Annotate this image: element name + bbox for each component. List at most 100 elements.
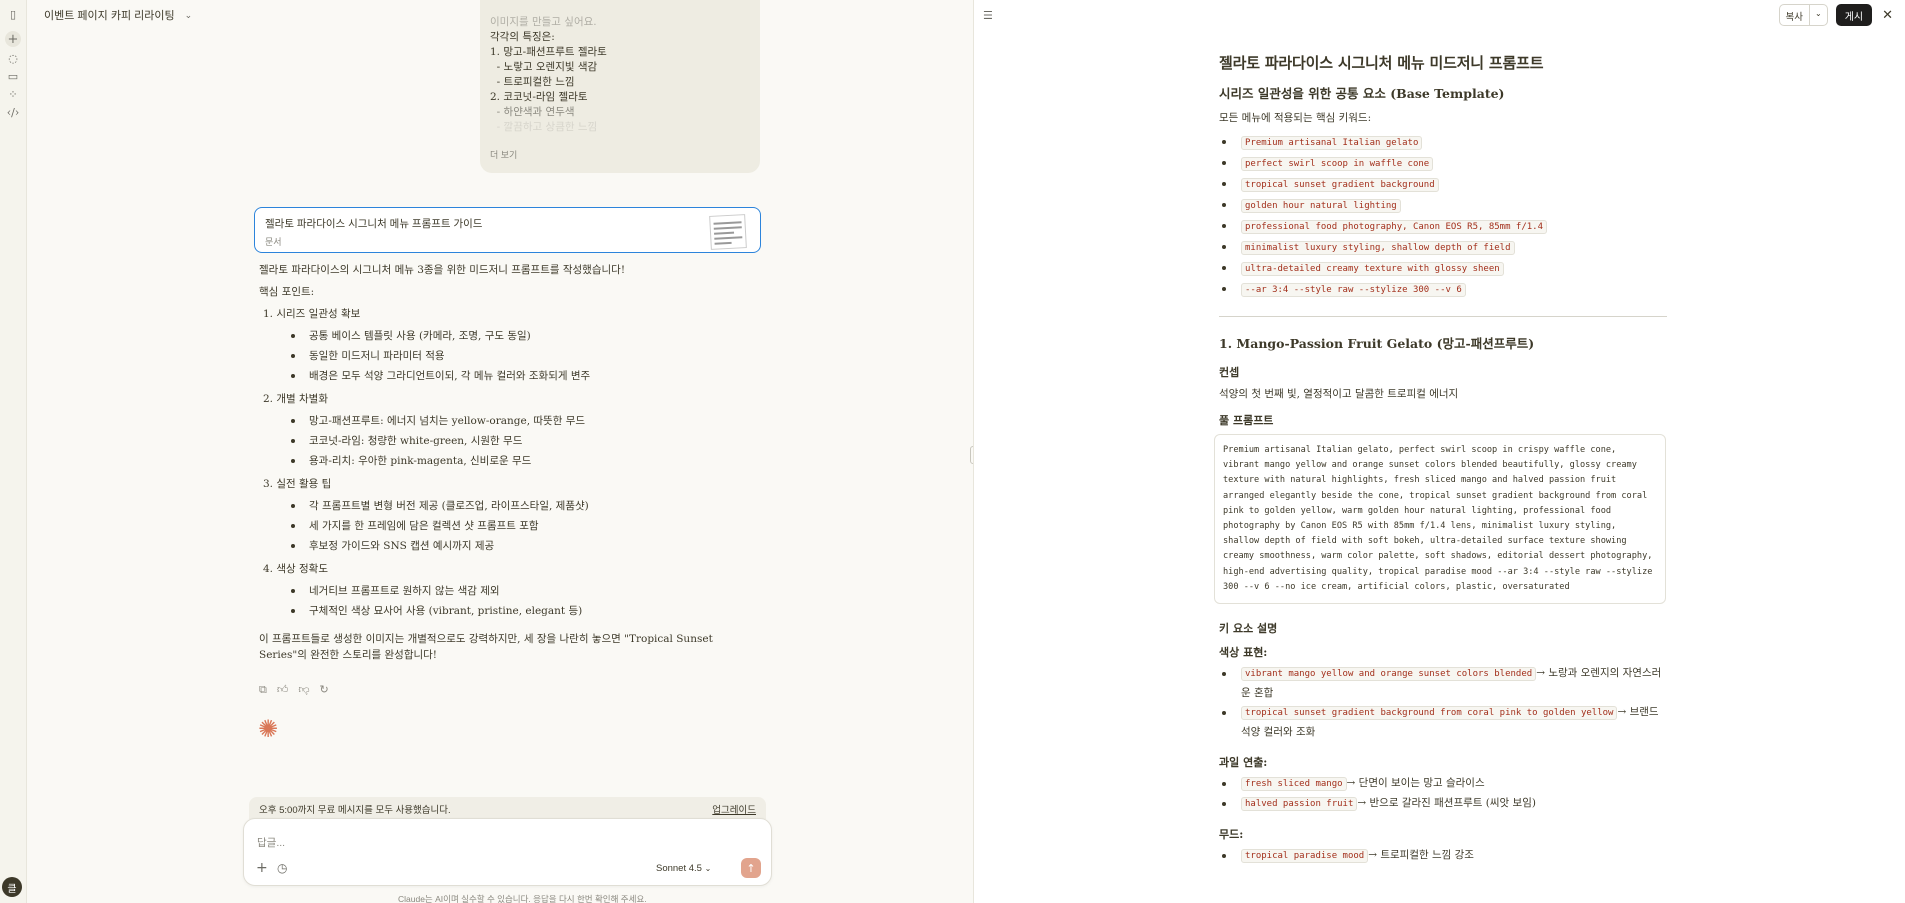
table-of-contents-icon[interactable]: ☰ bbox=[983, 9, 993, 22]
keyword-code: minimalist luxury styling, shallow depth… bbox=[1241, 241, 1515, 255]
publish-button[interactable]: 게시 bbox=[1835, 4, 1873, 26]
avatar[interactable]: 클 bbox=[2, 877, 22, 897]
list-item: perfect swirl scoop in waffle cone bbox=[1219, 153, 1667, 174]
user-message-line: - 깔끔하고 상큼한 느낌 bbox=[490, 121, 598, 133]
section-title: 1. Mango-Passion Fruit Gelato (망고-패션프루트) bbox=[1219, 336, 1535, 351]
artifacts-icon[interactable]: ⁘ bbox=[5, 86, 21, 102]
copy-icon[interactable]: ⧉ bbox=[259, 683, 267, 697]
section-title: 2. 개별 차별화 bbox=[263, 393, 328, 405]
copy-button-label: 복사 bbox=[1785, 12, 1803, 23]
reply-section: 1. 시리즈 일관성 확보 공통 베이스 템플릿 사용 (카메라, 조명, 구도… bbox=[263, 305, 759, 386]
user-message-line: 2. 코코넛-라임 젤라토 bbox=[490, 91, 588, 103]
list-item: 동일한 미드저니 파라미터 적용 bbox=[291, 346, 759, 366]
new-chat-icon[interactable]: + bbox=[5, 31, 21, 47]
reply-sections: 1. 시리즈 일관성 확보 공통 베이스 템플릿 사용 (카메라, 조명, 구도… bbox=[263, 305, 759, 621]
composer[interactable]: 답글... + ◷ Sonnet 4.5 ⌄ ↑ bbox=[243, 818, 772, 886]
copy-button[interactable]: 복사 ⌄ bbox=[1778, 4, 1828, 26]
fruit-label: 과일 연출: bbox=[1219, 756, 1268, 770]
user-message-line: - 하얀색과 연두색 bbox=[490, 106, 575, 118]
artifact-document: 젤라토 파라다이스 시그니처 메뉴 미드저니 프롬프트 시리즈 일관성을 위한 … bbox=[1214, 52, 1667, 866]
keyword-code: tropical paradise mood bbox=[1241, 849, 1369, 864]
full-prompt-label: 풀 프롬프트 bbox=[1219, 414, 1274, 427]
model-label: Sonnet 4.5 bbox=[656, 863, 702, 874]
user-message: 이미지를 만들고 싶어요. 각각의 특징은: 1. 망고-패션프루트 젤라토 -… bbox=[480, 0, 760, 173]
reply-intro: 젤라토 파라다이스의 시그니처 메뉴 3종을 위한 미드저니 프롬프트를 작성했… bbox=[259, 264, 626, 276]
code-icon[interactable]: ‹/› bbox=[5, 104, 21, 120]
item-description: → 단면이 보이는 망고 슬라이스 bbox=[1346, 777, 1485, 790]
mood-label: 무드: bbox=[1219, 828, 1244, 842]
list-item: tropical paradise mood → 트로피컬한 느낌 강조 bbox=[1219, 846, 1667, 866]
artifact-toolbar: 복사 ⌄ 게시 ✕ bbox=[1778, 4, 1893, 26]
send-button[interactable]: ↑ bbox=[741, 858, 761, 878]
sidebar-toggle-icon[interactable]: ▯ bbox=[5, 6, 21, 22]
limit-text: 오후 5:00까지 무료 메시지를 모두 사용했습니다. bbox=[259, 805, 451, 816]
projects-icon[interactable]: ▭ bbox=[5, 68, 21, 84]
reply-input[interactable]: 답글... bbox=[257, 835, 285, 850]
chevron-down-icon: ⌄ bbox=[184, 9, 193, 20]
list-item: 세 가지를 한 프레임에 담은 컬렉션 샷 프롬프트 포함 bbox=[291, 516, 759, 536]
concept-text: 석양의 첫 번째 빛, 열정적이고 달콤한 트로피컬 에너지 bbox=[1219, 388, 1459, 400]
artifact-card[interactable]: 젤라토 파라다이스 시그니처 메뉴 프롬프트 가이드 문서 bbox=[254, 207, 761, 253]
section-title: 4. 색상 정확도 bbox=[263, 563, 328, 575]
color-list: vibrant mango yellow and orange sunset c… bbox=[1219, 664, 1667, 742]
keyword-code: tropical sunset gradient background from… bbox=[1241, 706, 1618, 721]
list-item: 공통 베이스 템플릿 사용 (카메라, 조명, 구도 동일) bbox=[291, 326, 759, 346]
reply-heading: 핵심 포인트: bbox=[259, 286, 315, 298]
base-heading: 시리즈 일관성을 위한 공통 요소 (Base Template) bbox=[1219, 86, 1505, 101]
list-item: minimalist luxury styling, shallow depth… bbox=[1219, 237, 1667, 258]
list-item: Premium artisanal Italian gelato bbox=[1219, 132, 1667, 153]
project-title[interactable]: 이벤트 페이지 카피 리라이팅 ⌄ bbox=[44, 7, 192, 23]
list-item: --ar 3:4 --style raw --stylize 300 --v 6 bbox=[1219, 279, 1667, 300]
list-item: vibrant mango yellow and orange sunset c… bbox=[1219, 664, 1667, 703]
project-title-label: 이벤트 페이지 카피 리라이팅 bbox=[44, 10, 175, 22]
artifact-type: 문서 bbox=[265, 237, 282, 247]
list-item: halved passion fruit → 반으로 갈라진 패션프루트 (씨앗 … bbox=[1219, 794, 1667, 814]
keyword-code: vibrant mango yellow and orange sunset c… bbox=[1241, 667, 1537, 682]
history-icon[interactable]: ◷ bbox=[277, 861, 287, 875]
list-item: tropical sunset gradient background from… bbox=[1219, 703, 1667, 742]
keyword-code: --ar 3:4 --style raw --stylize 300 --v 6 bbox=[1241, 283, 1466, 297]
arrow-up-icon: ↑ bbox=[746, 861, 756, 875]
chats-icon[interactable]: ◌ bbox=[5, 50, 21, 66]
divider bbox=[1219, 316, 1667, 317]
user-message-line: 1. 망고-패션프루트 젤라토 bbox=[490, 46, 607, 58]
retry-icon[interactable]: ↻ bbox=[320, 683, 329, 697]
assistant-reply: 젤라토 파라다이스의 시그니처 메뉴 3종을 위한 미드저니 프롬프트를 작성했… bbox=[259, 262, 759, 663]
thumbs-up-icon[interactable]: 👍︎ bbox=[277, 683, 289, 697]
keyword-code: golden hour natural lighting bbox=[1241, 199, 1401, 213]
list-item: 코코넛-라임: 청량한 white-green, 시원한 무드 bbox=[291, 431, 759, 451]
mood-list: tropical paradise mood → 트로피컬한 느낌 강조 bbox=[1219, 846, 1667, 866]
keyword-code: halved passion fruit bbox=[1241, 797, 1358, 812]
model-selector[interactable]: Sonnet 4.5 ⌄ bbox=[656, 863, 711, 874]
reply-section: 3. 실전 활용 팁 각 프롬프트별 변형 버전 제공 (클로즈업, 라이프스타… bbox=[263, 475, 759, 556]
show-more-link[interactable]: 더 보기 bbox=[490, 148, 517, 163]
chevron-down-icon[interactable]: ⌄ bbox=[1808, 5, 1827, 25]
document-thumbnail-icon bbox=[709, 214, 747, 250]
list-item: golden hour natural lighting bbox=[1219, 195, 1667, 216]
list-item: fresh sliced mango → 단면이 보이는 망고 슬라이스 bbox=[1219, 774, 1667, 794]
keyword-code: ultra-detailed creamy texture with gloss… bbox=[1241, 262, 1504, 276]
section-title: 3. 실전 활용 팁 bbox=[263, 478, 332, 490]
keyword-code: professional food photography, Canon EOS… bbox=[1241, 220, 1548, 234]
list-item: tropical sunset gradient background bbox=[1219, 174, 1667, 195]
upgrade-link[interactable]: 업그레이드 bbox=[712, 802, 756, 816]
key-elements-label: 키 요소 설명 bbox=[1219, 622, 1278, 636]
list-item: 각 프롬프트별 변형 버전 제공 (클로즈업, 라이프스타일, 제품샷) bbox=[291, 496, 759, 516]
keyword-code: Premium artisanal Italian gelato bbox=[1241, 136, 1423, 150]
left-rail: ▯ + ◌ ▭ ⁘ ‹/› 클 bbox=[0, 0, 27, 903]
thumbs-down-icon[interactable]: 👎︎ bbox=[298, 683, 309, 697]
list-item: 구체적인 색상 묘사어 사용 (vibrant, pristine, elega… bbox=[291, 601, 759, 621]
keyword-code: fresh sliced mango bbox=[1241, 777, 1347, 792]
chat-pane: 이벤트 페이지 카피 리라이팅 ⌄ 이미지를 만들고 싶어요. 각각의 특징은:… bbox=[27, 0, 973, 903]
artifact-title: 젤라토 파라다이스 시그니처 메뉴 프롬프트 가이드 bbox=[265, 218, 483, 230]
list-item: 네거티브 프롬프트로 원하지 않는 색감 제외 bbox=[291, 581, 759, 601]
keyword-code: perfect swirl scoop in waffle cone bbox=[1241, 157, 1434, 171]
claude-spark-icon: ✺ bbox=[258, 715, 279, 743]
fruit-list: fresh sliced mango → 단면이 보이는 망고 슬라이스 halv… bbox=[1219, 774, 1667, 814]
list-item: professional food photography, Canon EOS… bbox=[1219, 216, 1667, 237]
close-icon[interactable]: ✕ bbox=[1882, 7, 1893, 23]
message-actions: ⧉ 👍︎ 👎︎ ↻ bbox=[259, 683, 329, 697]
add-icon[interactable]: + bbox=[256, 860, 268, 876]
user-message-line: 각각의 특징은: bbox=[490, 31, 555, 43]
list-item: ultra-detailed creamy texture with gloss… bbox=[1219, 258, 1667, 279]
